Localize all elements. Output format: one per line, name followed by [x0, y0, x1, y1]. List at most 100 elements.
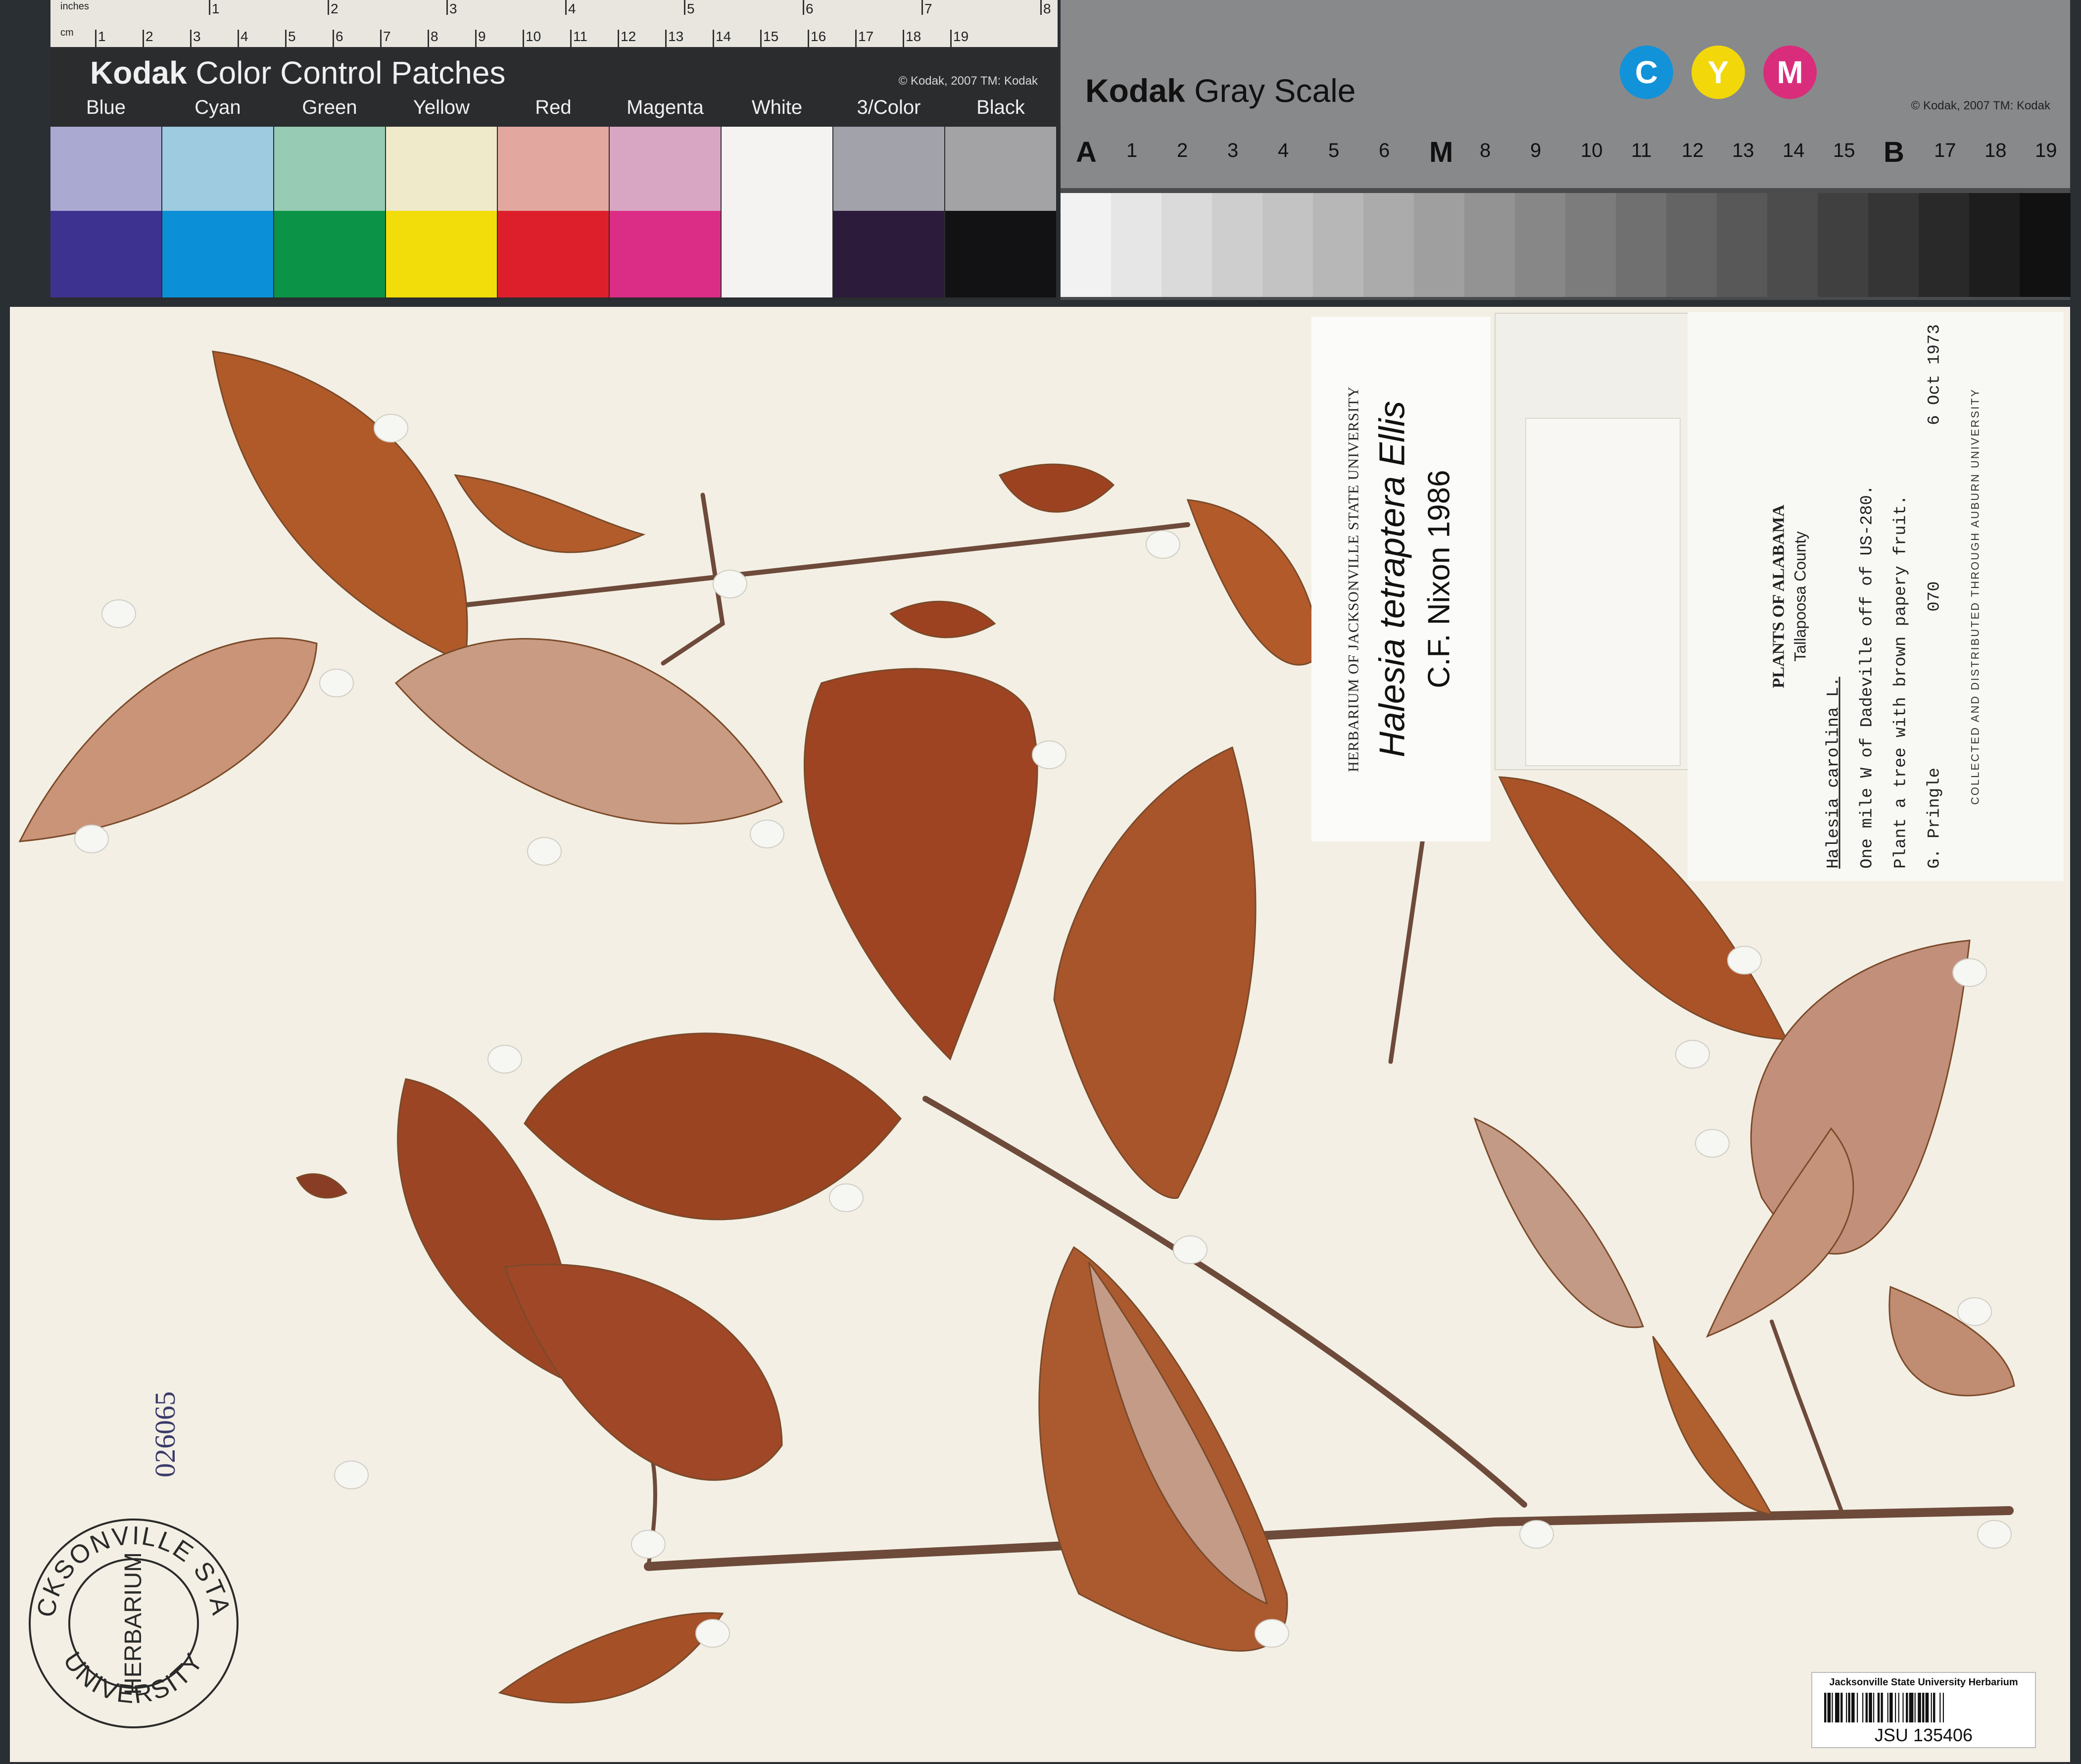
label-title: PLANTS OF ALABAMA	[1769, 504, 1788, 688]
gray-step-label: 15	[1833, 140, 1855, 161]
ruler-cm-number: 17	[858, 29, 874, 44]
patch-saturated	[386, 211, 497, 297]
barcode-bar	[1909, 1693, 1914, 1722]
label-date: 6 Oct 1973	[1925, 324, 1944, 426]
patch-saturated	[50, 211, 161, 297]
ruler-cm-number: 1	[98, 29, 106, 44]
gray-patch	[1212, 193, 1263, 297]
gray-card-title: Kodak Gray Scale	[1085, 72, 1356, 109]
collection-label: PLANTS OF ALABAMA Tallapoosa County Hale…	[1688, 312, 2064, 881]
det-header: HERBARIUM OF JACKSONVILLE STATE UNIVERSI…	[1345, 386, 1362, 772]
ruler-cm-number: 15	[763, 29, 779, 44]
barcode-label: Jacksonville State University Herbarium …	[1811, 1672, 2036, 1748]
ruler-inch-tick	[803, 0, 804, 15]
barcode-bar	[1889, 1693, 1893, 1722]
patch-light	[833, 127, 944, 211]
gray-step-label: 6	[1379, 140, 1390, 161]
gray-patch	[1061, 193, 1112, 297]
ruler-cm-tick	[523, 30, 524, 47]
ruler-cm-tick	[238, 30, 239, 47]
gray-step-label: 18	[1984, 140, 2007, 161]
mounting-tape	[334, 1461, 369, 1489]
gray-card-copyright: © Kodak, 2007 TM: Kodak	[1911, 99, 2050, 112]
mounting-tape	[319, 669, 354, 697]
gray-patch	[2020, 193, 2071, 297]
gray-patch	[1666, 193, 1717, 297]
mounting-tape	[1032, 740, 1066, 769]
gray-step-label: 9	[1530, 140, 1542, 161]
label-collector: G. Pringle	[1925, 767, 1944, 869]
mounting-tape	[1146, 530, 1180, 559]
barcode-bar	[1898, 1693, 1899, 1722]
mounting-tape	[1952, 958, 1987, 987]
barcode-bar	[1906, 1693, 1908, 1722]
gray-step-label: M	[1429, 136, 1453, 168]
gray-patch	[1464, 193, 1515, 297]
ruler-inch-tick	[1040, 0, 1042, 15]
color-card-brand: Kodak	[90, 55, 187, 91]
gray-patch	[1161, 193, 1212, 297]
ruler-inch-number: 3	[449, 1, 457, 16]
leaf	[1186, 499, 1322, 666]
patch-light	[162, 127, 273, 211]
barcode-bar	[1865, 1693, 1868, 1722]
gray-step-label: A	[1076, 136, 1097, 168]
patch-saturated	[945, 211, 1056, 297]
gray-patch	[1818, 193, 1869, 297]
patch-saturated	[162, 211, 273, 297]
leaf	[295, 1173, 348, 1199]
mounting-tape	[1727, 946, 1762, 975]
mounting-tape	[527, 837, 562, 866]
leaf	[503, 1263, 783, 1481]
ruler-cm-tick	[190, 30, 192, 47]
gray-step-label: 5	[1328, 140, 1340, 161]
leaf	[1888, 1285, 2015, 1397]
gray-patch	[1363, 193, 1414, 297]
gray-patch	[1111, 193, 1162, 297]
color-card-title: Kodak Color Control Patches	[90, 54, 505, 91]
gray-step-label: 3	[1227, 140, 1239, 161]
cym-dot-icon: C	[1620, 46, 1673, 99]
leaf	[889, 600, 996, 638]
gray-step-label: 1	[1126, 140, 1138, 161]
ruler-inch-tick	[565, 0, 567, 15]
leaf	[1473, 1117, 1645, 1328]
gray-step-label: 19	[2035, 140, 2057, 161]
ruler-cm-number: 9	[478, 29, 486, 44]
ruler-inch-number: 7	[924, 1, 932, 16]
ruler-cm-tick	[143, 30, 144, 47]
patch-label: Green	[302, 97, 357, 118]
barcode-bar	[1851, 1693, 1855, 1722]
patch-label: Blue	[86, 97, 126, 118]
stem-segment	[1388, 836, 1425, 1064]
patch-light	[274, 127, 385, 211]
leaf	[498, 1612, 724, 1704]
barcode-bar	[1827, 1693, 1831, 1722]
barcode-bar	[1942, 1693, 1944, 1722]
barcode-bar	[1877, 1693, 1880, 1722]
gray-card-title-text: Gray Scale	[1194, 72, 1356, 109]
gray-step-label: 14	[1783, 140, 1805, 161]
patch-label: White	[751, 97, 803, 118]
ruler-inch-number: 5	[687, 1, 695, 16]
mounting-tape	[695, 1619, 730, 1648]
label-habit: Plant a tree with brown papery fruit.	[1891, 495, 1911, 869]
ruler-cm-number: 5	[288, 29, 296, 44]
herbarium-stamp: JACKSONVILLE STATE UNIVERSITY HERBARIUM	[10, 1500, 239, 1728]
leaf	[394, 638, 783, 825]
stem-right	[1770, 1320, 1843, 1512]
ruler-inch-number: 8	[1043, 1, 1051, 16]
patch-label: 3/Color	[857, 97, 921, 118]
mounting-tape	[713, 570, 747, 598]
ruler-cm-tick	[950, 30, 952, 47]
patch-light	[945, 127, 1056, 211]
color-card-title-text: Color Control Patches	[195, 55, 506, 91]
barcode-bar	[1846, 1693, 1847, 1722]
color-card-copyright: © Kodak, 2007 TM: Kodak	[898, 74, 1038, 88]
barcode-bars	[1824, 1693, 1944, 1722]
ruler-cm-tick	[713, 30, 714, 47]
ruler-cm-tick	[760, 30, 762, 47]
barcode-bar	[1873, 1693, 1875, 1722]
gray-patch	[1565, 193, 1616, 297]
gray-patch	[1919, 193, 1970, 297]
